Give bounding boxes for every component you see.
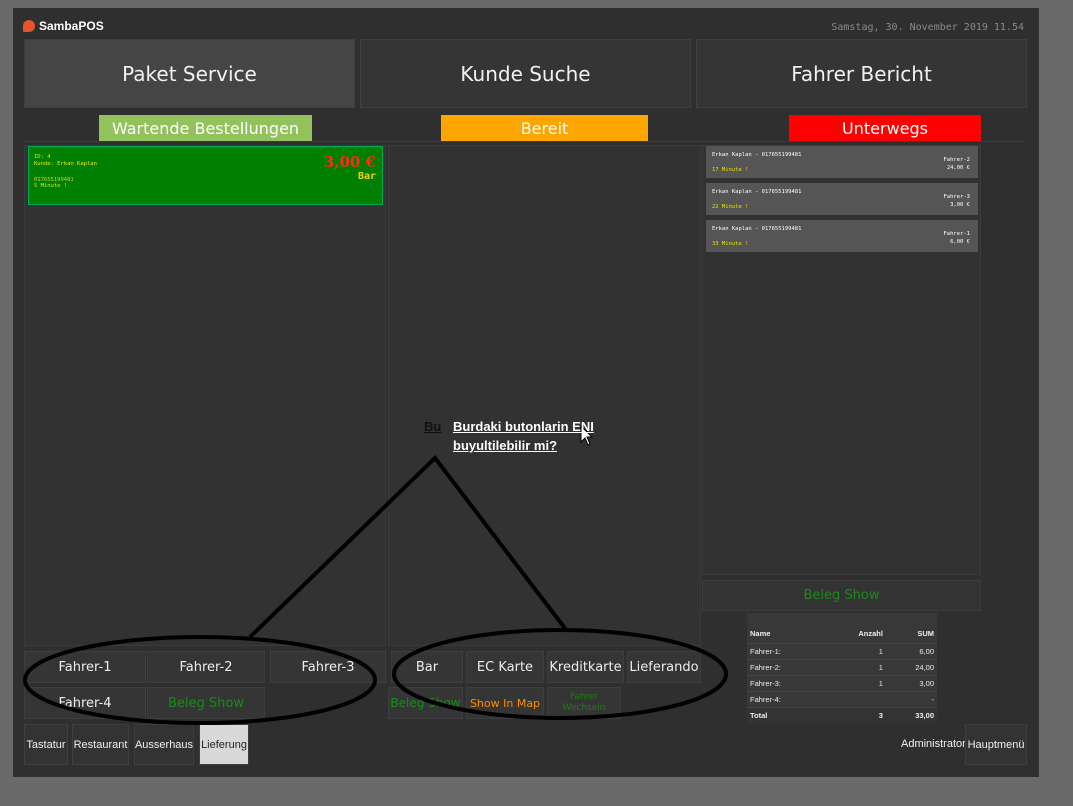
cell: 6,00: [885, 642, 937, 659]
show-in-map-button[interactable]: Show In Map: [466, 687, 544, 719]
driver-info: Fahrer-1 6,00 €: [944, 230, 971, 246]
total-row: Total 3 33,00: [747, 706, 937, 723]
tab-lieferung[interactable]: Lieferung: [199, 724, 249, 765]
col-header-anzahl: Anzahl: [858, 629, 883, 639]
title-bar: SambaPOS Samstag, 30. November 2019 11.5…: [13, 8, 1039, 40]
beleg-show-button-3[interactable]: Beleg Show: [702, 580, 981, 611]
annotation-text-line1: Burdaki butonlarin ENI: [453, 419, 594, 434]
cell: 1: [822, 674, 886, 691]
order-customer: Kunde: Erkan Kaplan: [34, 161, 97, 167]
driver-name: Fahrer-2: [943, 157, 971, 163]
ready-orders-column: [388, 145, 701, 646]
cell: -: [885, 690, 937, 707]
customer-line: Erkan Kaplan - 017655199481: [712, 189, 802, 195]
pay-bar-button[interactable]: Bar: [391, 651, 463, 683]
col-header-name: Name: [750, 629, 771, 639]
datetime-display: Samstag, 30. November 2019 11.54: [831, 22, 1024, 33]
tab-tastatur[interactable]: Tastatur: [24, 724, 68, 765]
driver-name: Fahrer-3: [943, 194, 971, 200]
app-logo-text: SambaPOS: [39, 19, 104, 33]
user-name[interactable]: Administrator: [901, 738, 966, 750]
order-time: 5 Minute !: [34, 183, 68, 189]
cell: Total: [747, 706, 823, 723]
cell: 1: [822, 658, 886, 675]
kunde-suche-button[interactable]: Kunde Suche: [360, 39, 691, 108]
cell: 3: [822, 706, 886, 723]
pay-ec-karte-button[interactable]: EC Karte: [466, 651, 544, 683]
cell: 24,00: [885, 658, 937, 675]
driver-info: Fahrer-2 24,00 €: [944, 156, 971, 172]
paket-service-button[interactable]: Paket Service: [24, 39, 355, 108]
driver-amount: 24,00 €: [946, 165, 970, 171]
waiting-orders-column: [24, 145, 386, 646]
driver-amount: 3,00 €: [950, 202, 970, 208]
table-row: Fahrer-1: 1 6,00: [747, 642, 937, 659]
en-route-order-card[interactable]: Erkan Kaplan - 017655199481 33 Minute ! …: [706, 220, 978, 252]
driver-amount: 6,00 €: [950, 239, 970, 245]
cell: Fahrer-3:: [747, 674, 823, 691]
app-window: SambaPOS Samstag, 30. November 2019 11.5…: [13, 8, 1039, 777]
pay-lieferando-button[interactable]: Lieferando: [627, 651, 701, 683]
driver-name: Fahrer-1: [943, 231, 971, 237]
cell: 33,00: [885, 706, 937, 723]
fahrer-wechseln-button[interactable]: Fahrer Wechseln: [547, 687, 621, 719]
order-price: 3,00 €: [323, 153, 376, 171]
fahrer-4-button[interactable]: Fahrer-4: [24, 687, 146, 719]
sambapos-logo-icon: [23, 20, 35, 32]
fahrer-2-button[interactable]: Fahrer-2: [147, 651, 265, 683]
table-row: Fahrer-4: -: [747, 690, 937, 707]
cell: [822, 690, 886, 707]
order-payment: Bar: [357, 171, 376, 182]
fahrer-bericht-button[interactable]: Fahrer Bericht: [696, 39, 1027, 108]
driver-info: Fahrer-3 3,00 €: [944, 193, 971, 209]
table-row: Fahrer-2: 1 24,00: [747, 658, 937, 675]
cell: 1: [822, 642, 886, 659]
customer-line: Erkan Kaplan - 017655199481: [712, 152, 802, 158]
annotation-prefix: Bu: [424, 419, 442, 434]
order-id: ID: 4: [34, 154, 51, 160]
elapsed-time: 33 Minute !: [712, 241, 749, 247]
divider: [24, 141, 1026, 142]
cell: Fahrer-1:: [747, 642, 823, 659]
cell: Fahrer-2:: [747, 658, 823, 675]
col-header-sum: SUM: [917, 629, 934, 639]
tab-restaurant[interactable]: Restaurant: [72, 724, 129, 765]
cell: 3,00: [885, 674, 937, 691]
en-route-orders-header: Unterwegs: [789, 115, 981, 142]
main-menu-button[interactable]: Hauptmenü: [965, 724, 1027, 765]
en-route-order-card[interactable]: Erkan Kaplan - 017655199481 22 Minute ! …: [706, 183, 978, 215]
cell: Fahrer-4:: [747, 690, 823, 707]
beleg-show-button-2[interactable]: Beleg Show: [388, 687, 463, 719]
table-row: Fahrer-3: 1 3,00: [747, 674, 937, 691]
fahrer-3-button[interactable]: Fahrer-3: [270, 651, 386, 683]
en-route-order-card[interactable]: Erkan Kaplan - 017655199481 17 Minute ! …: [706, 146, 978, 178]
pay-kreditkarte-button[interactable]: Kreditkarte: [547, 651, 624, 683]
waiting-orders-header: Wartende Bestellungen: [99, 115, 312, 142]
customer-line: Erkan Kaplan - 017655199481: [712, 226, 802, 232]
annotation-text-line2: buyultilebilir mi?: [453, 438, 558, 453]
waiting-order-card[interactable]: ID: 4 Kunde: Erkan Kaplan 017655199481 5…: [28, 146, 383, 205]
driver-summary-table: Name Anzahl SUM Fahrer-1: 1 6,00 Fahrer-…: [747, 613, 937, 723]
fahrer-1-button[interactable]: Fahrer-1: [24, 651, 146, 683]
elapsed-time: 22 Minute !: [712, 204, 749, 210]
ready-orders-header: Bereit: [441, 115, 648, 142]
beleg-show-button[interactable]: Beleg Show: [147, 687, 265, 719]
elapsed-time: 17 Minute !: [712, 167, 749, 173]
tab-ausserhaus[interactable]: Ausserhaus: [134, 724, 194, 765]
